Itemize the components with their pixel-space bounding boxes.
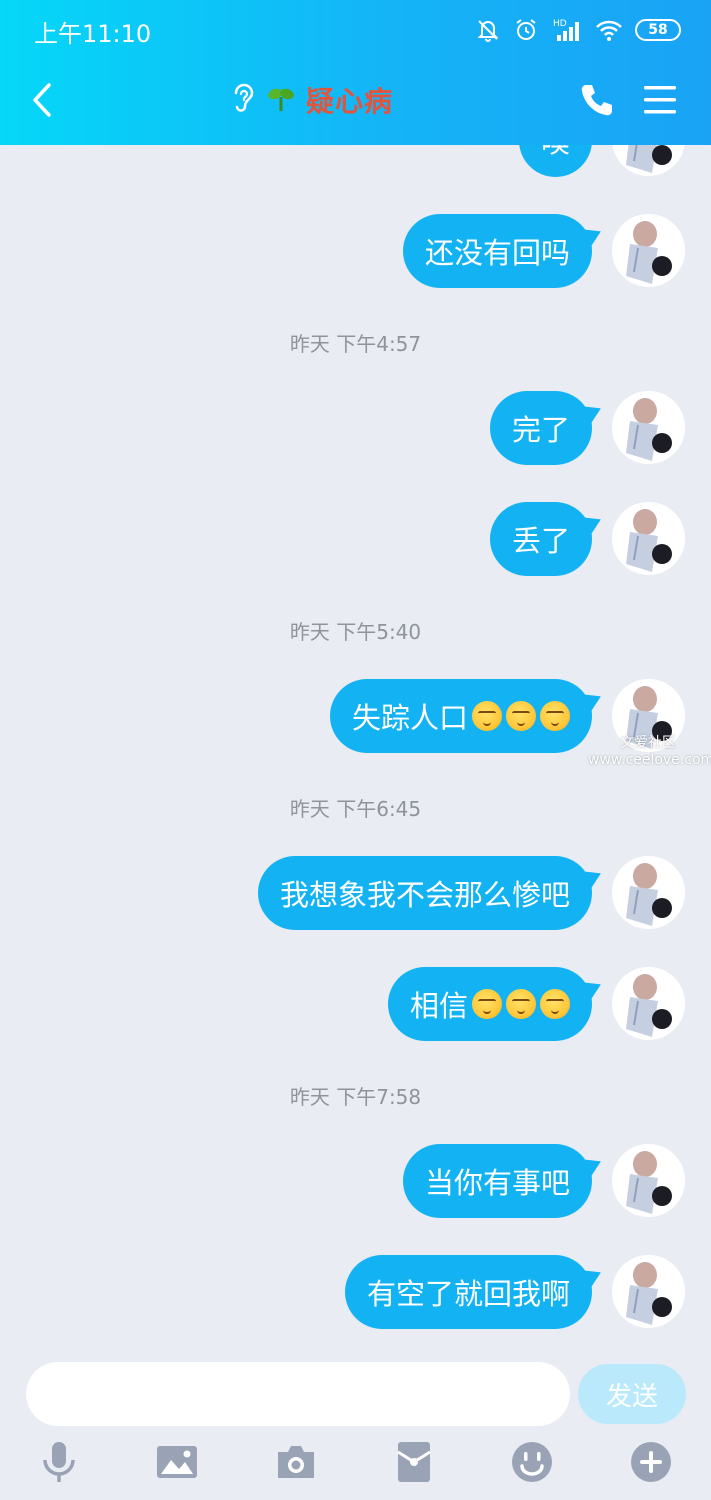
sprout-icon (266, 83, 296, 117)
send-button[interactable]: 发送 (578, 1364, 686, 1424)
message-text: 有空了就回我啊 (366, 1277, 570, 1311)
message-bubble[interactable]: 相信 (387, 967, 592, 1041)
call-button[interactable] (576, 80, 616, 120)
avatar[interactable] (612, 856, 685, 929)
battery-indicator: 58 (635, 19, 681, 41)
message-text: 相信 (409, 989, 468, 1023)
input-toolbar (0, 1438, 711, 1496)
wifi-icon (595, 18, 623, 42)
watermark-line: 文爱社区 (620, 735, 676, 751)
message-text: 嗅 (541, 145, 570, 161)
camera-icon[interactable] (272, 1438, 320, 1486)
message-input[interactable] (26, 1362, 570, 1426)
smirk-emoji-icon (540, 989, 570, 1019)
message-text: 当你有事吧 (424, 1166, 570, 1200)
message-text: 还没有回吗 (424, 236, 570, 270)
avatar[interactable] (612, 145, 685, 176)
back-button[interactable] (24, 78, 60, 122)
message-list[interactable]: 嗅 还没有回吗 昨天 下午4:57 完了 丢了 昨天 下午5:40 失踪人口 昨… (0, 145, 711, 1350)
chevron-left-icon (33, 83, 51, 117)
status-time: 上午11:10 (34, 20, 152, 48)
message-bubble[interactable]: 当你有事吧 (402, 1144, 592, 1218)
watermark-url: www.ceelove.com (588, 752, 711, 768)
alarm-icon (513, 17, 539, 43)
smirk-emoji-icon (506, 989, 536, 1019)
watermark: 文爱社区 www.ceelove.com (588, 735, 711, 769)
timestamp: 昨天 下午4:57 (289, 332, 422, 356)
hamburger-menu-icon (644, 86, 676, 114)
chat-title: 疑心病 (306, 85, 394, 118)
message-bubble[interactable]: 嗅 (518, 145, 592, 177)
red-packet-icon[interactable] (390, 1438, 438, 1486)
emoji-icon[interactable] (508, 1438, 556, 1486)
microphone-icon[interactable] (35, 1438, 83, 1486)
message-text: 完了 (511, 413, 570, 447)
smirk-emoji-icon (540, 701, 570, 731)
phone-icon (581, 85, 612, 116)
ear-icon (230, 81, 256, 119)
avatar[interactable] (612, 214, 685, 287)
avatar[interactable] (612, 967, 685, 1040)
chat-header: 上午11:10 HD 58 疑心病 (0, 0, 711, 145)
message-text: 丢了 (511, 524, 570, 558)
timestamp: 昨天 下午7:58 (289, 1085, 422, 1109)
message-text: 失踪人口 (351, 701, 468, 735)
message-bubble[interactable]: 丢了 (489, 502, 592, 576)
timestamp: 昨天 下午5:40 (289, 620, 422, 644)
avatar[interactable] (612, 1255, 685, 1328)
mute-bell-icon (475, 17, 501, 43)
signal-icon: HD (551, 17, 583, 43)
chat-title-group[interactable]: 疑心病 (230, 78, 393, 122)
smirk-emoji-icon (472, 701, 502, 731)
status-icons: HD 58 (475, 12, 681, 48)
menu-button[interactable] (640, 80, 680, 120)
message-bubble[interactable]: 有空了就回我啊 (344, 1255, 592, 1329)
plus-icon[interactable] (627, 1438, 675, 1486)
avatar[interactable] (612, 502, 685, 575)
smirk-emoji-icon (472, 989, 502, 1019)
image-icon[interactable] (153, 1438, 201, 1486)
message-bubble[interactable]: 完了 (489, 391, 592, 465)
message-bubble[interactable]: 还没有回吗 (402, 214, 592, 288)
avatar[interactable] (612, 1144, 685, 1217)
timestamp: 昨天 下午6:45 (289, 797, 422, 821)
avatar[interactable] (612, 391, 685, 464)
message-text: 我想象我不会那么惨吧 (279, 878, 570, 912)
network-label: HD (553, 19, 567, 29)
input-bar: 发送 (0, 1350, 711, 1500)
message-bubble[interactable]: 我想象我不会那么惨吧 (257, 856, 592, 930)
smirk-emoji-icon (506, 701, 536, 731)
message-bubble[interactable]: 失踪人口 (329, 679, 592, 753)
